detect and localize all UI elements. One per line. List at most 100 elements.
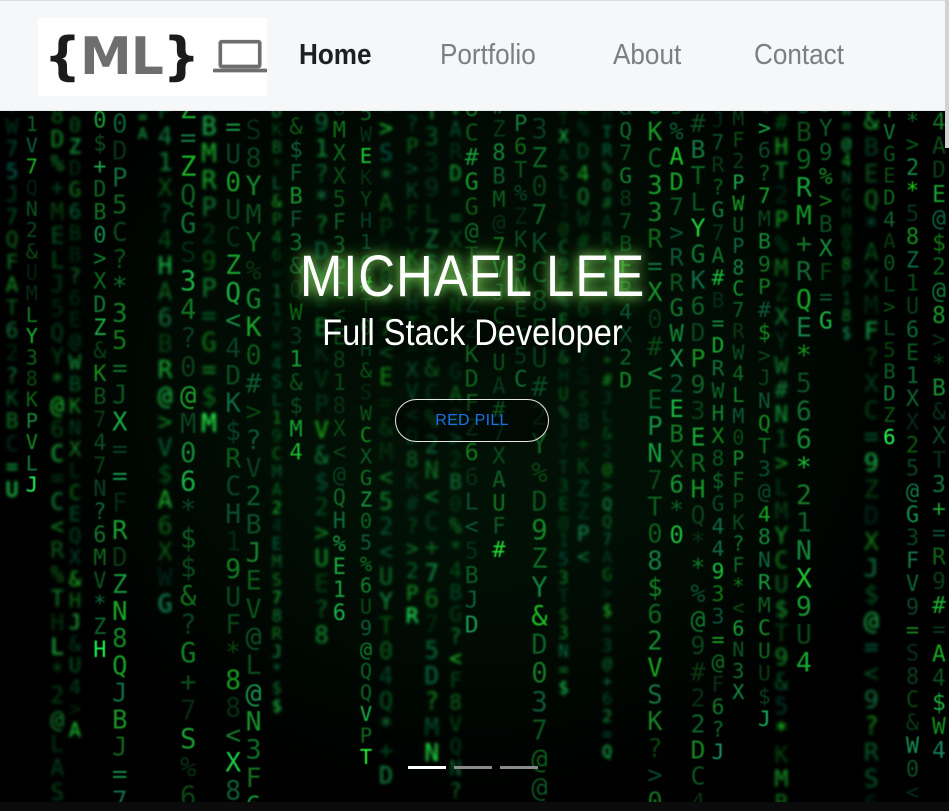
code-rain-glyph: U [69, 653, 81, 677]
code-rain-glyph: D [619, 368, 632, 393]
code-rain-glyph: @ [531, 773, 547, 804]
code-rain-glyph: $ [272, 679, 282, 699]
code-rain-glyph: M [774, 766, 788, 793]
code-rain-glyph: 5 [379, 488, 393, 516]
nav-link-contact[interactable]: Contact [754, 39, 844, 72]
code-rain-glyph: 8 [314, 620, 329, 649]
code-rain-glyph: 6 [6, 319, 19, 344]
code-rain-glyph: X [732, 680, 744, 704]
nav-link-portfolio[interactable]: Portfolio [440, 39, 536, 72]
code-rain-glyph: X [406, 358, 419, 383]
code-rain-glyph: K [225, 389, 241, 419]
code-rain-glyph: J [112, 380, 128, 410]
code-rain-glyph: T [647, 493, 662, 523]
code-rain-glyph: K [93, 362, 107, 387]
code-rain-glyph: = [112, 435, 128, 465]
code-rain-glyph: $ [864, 580, 879, 609]
code-rain-glyph: L [69, 459, 81, 483]
code-rain-glyph: ? [647, 734, 662, 764]
code-rain-glyph: B [449, 470, 462, 494]
carousel-indicator-2[interactable] [454, 766, 492, 769]
carousel-indicator-1[interactable] [408, 766, 446, 769]
code-rain-glyph: P [406, 134, 419, 159]
code-rain-glyph: ? [6, 364, 19, 389]
code-rain-glyph: U [6, 477, 19, 502]
code-rain-glyph: P [379, 214, 393, 242]
hero-subtitle: Full Stack Developer [322, 312, 623, 353]
scrollbar-thumb[interactable] [945, 0, 949, 148]
code-rain-glyph: Q [758, 412, 771, 437]
code-rain-glyph: + [424, 533, 439, 562]
code-rain-glyph: B [93, 385, 106, 410]
code-rain-glyph: Q [112, 651, 128, 681]
code-rain-glyph: 7 [6, 205, 19, 230]
code-rain-glyph: 6 [758, 139, 771, 164]
code-rain-glyph: * [272, 661, 282, 681]
code-rain-glyph: = [712, 627, 725, 652]
code-rain-glyph: V [449, 713, 462, 737]
code-rain-glyph: W [774, 352, 788, 379]
code-rain-glyph: N [758, 548, 771, 573]
code-rain-glyph: N [246, 707, 262, 738]
code-rain-glyph: 2 [691, 710, 706, 739]
code-rain-glyph: J [712, 740, 725, 765]
code-rain-glyph: K [647, 117, 663, 147]
code-rain-glyph: T [774, 620, 788, 647]
code-rain-glyph: > [758, 116, 771, 141]
code-rain-glyph: 3 [558, 477, 569, 497]
code-rain-glyph: > [69, 697, 81, 721]
code-rain-glyph: Q [379, 687, 393, 715]
code-rain-glyph: @ [906, 480, 919, 505]
code-rain-glyph: Z [906, 248, 919, 273]
code-rain-glyph: 6 [333, 601, 346, 626]
code-rain-glyph: & [531, 601, 548, 632]
code-rain-glyph: G [449, 360, 462, 384]
code-rain-glyph: S [246, 115, 262, 146]
code-rain-glyph: X [669, 446, 684, 474]
code-rain-glyph: Z [883, 403, 895, 427]
carousel-indicator-3[interactable] [500, 766, 538, 769]
nav-link-home[interactable]: Home [299, 39, 372, 72]
code-rain-glyph: V [158, 433, 173, 462]
code-rain-glyph: & [906, 711, 920, 736]
code-rain-glyph: S [379, 139, 393, 167]
code-rain-glyph: ? [93, 500, 106, 525]
code-rain-glyph: M [201, 139, 216, 169]
code-rain-glyph: B [272, 138, 282, 158]
code-rain-glyph: R [691, 448, 706, 477]
code-rain-glyph: R [112, 516, 128, 546]
code-rain-glyph: P [272, 210, 282, 230]
code-rain-glyph: D [691, 736, 706, 765]
code-rain-glyph: 0 [906, 757, 919, 782]
code-rain-glyph: 1 [158, 147, 173, 176]
code-rain-glyph: B [112, 706, 128, 736]
code-rain-glyph: 9 [531, 515, 547, 546]
code-rain-glyph: M [272, 462, 282, 482]
code-rain-glyph: < [424, 481, 439, 510]
code-rain-glyph: X [158, 173, 173, 202]
code-rain-glyph: A [669, 143, 684, 171]
code-rain-glyph: D [69, 156, 81, 180]
code-rain-glyph: $ [774, 596, 788, 623]
code-rain-glyph: % [669, 117, 684, 145]
code-rain-glyph: 2 [449, 448, 462, 472]
red-pill-button[interactable]: RED PILL [395, 399, 549, 442]
nav-link-about[interactable]: About [613, 39, 681, 72]
code-rain-glyph: Q [360, 659, 372, 683]
code-rain-glyph: G [883, 142, 895, 166]
code-rain-glyph: X [69, 545, 82, 569]
code-rain-glyph: 7 [647, 466, 662, 496]
code-rain-glyph: N [758, 389, 771, 414]
code-rain-glyph: = [449, 206, 462, 230]
code-rain-glyph: L [691, 187, 706, 216]
code-rain-glyph: R [272, 625, 283, 645]
code-rain-glyph: E [360, 144, 372, 168]
code-rain-glyph: B [883, 360, 895, 384]
code-rain-glyph: R [712, 356, 725, 381]
code-rain-glyph: V [883, 120, 895, 144]
code-rain-glyph: = [112, 462, 128, 492]
code-rain-glyph: D [379, 762, 393, 790]
code-rain-glyph: 4 [712, 537, 725, 562]
code-rain-glyph: * [449, 536, 462, 560]
code-rain-glyph: 0 [112, 111, 128, 139]
